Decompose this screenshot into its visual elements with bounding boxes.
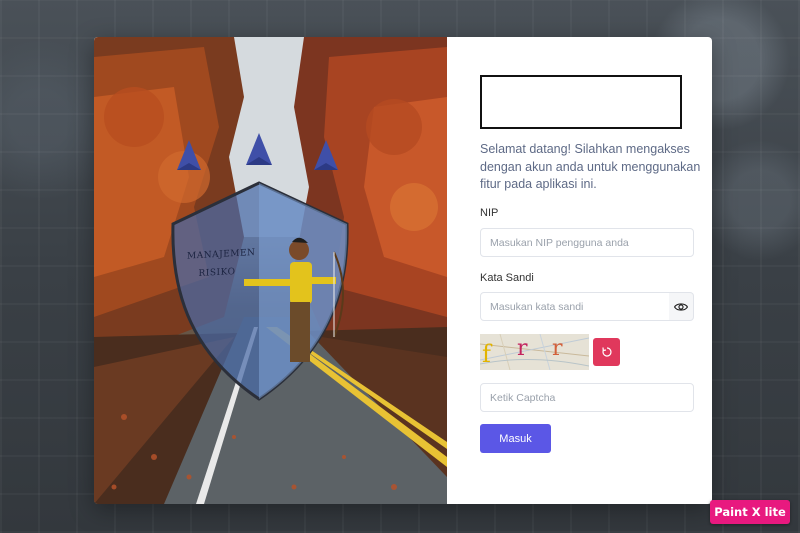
captcha-image: f r r [480, 334, 589, 370]
logo-placeholder [480, 75, 682, 129]
login-button[interactable]: Masuk [480, 424, 551, 453]
captcha-char-2: r [517, 336, 528, 361]
hero-illustration: MANAJEMEN RISIKO [94, 37, 447, 504]
toggle-password-visibility-button[interactable] [669, 292, 694, 321]
login-card: MANAJEMEN RISIKO Selamat datang! Silahka… [94, 37, 712, 504]
shield-title-line2: RISIKO [198, 267, 236, 279]
password-input[interactable] [480, 292, 670, 321]
watermark-badge: Paint X lite [710, 500, 790, 524]
captcha-char-3: r [552, 336, 563, 361]
password-label: Kata Sandi [480, 272, 534, 284]
nip-input[interactable] [480, 228, 694, 257]
login-form: Selamat datang! Silahkan mengakses denga… [447, 37, 712, 504]
nip-label: NIP [480, 207, 499, 219]
captcha-input[interactable] [480, 383, 694, 412]
eye-icon [674, 302, 688, 311]
captcha-char-1: f [482, 340, 491, 368]
welcome-message: Selamat datang! Silahkan mengakses denga… [480, 142, 701, 191]
autumn-road-artwork [94, 37, 447, 504]
captcha-noise [480, 334, 589, 370]
refresh-captcha-button[interactable] [593, 338, 620, 366]
shield-title: MANAJEMEN RISIKO [187, 244, 256, 283]
refresh-icon [601, 347, 612, 357]
shield-title-line1: MANAJEMEN [187, 247, 256, 262]
